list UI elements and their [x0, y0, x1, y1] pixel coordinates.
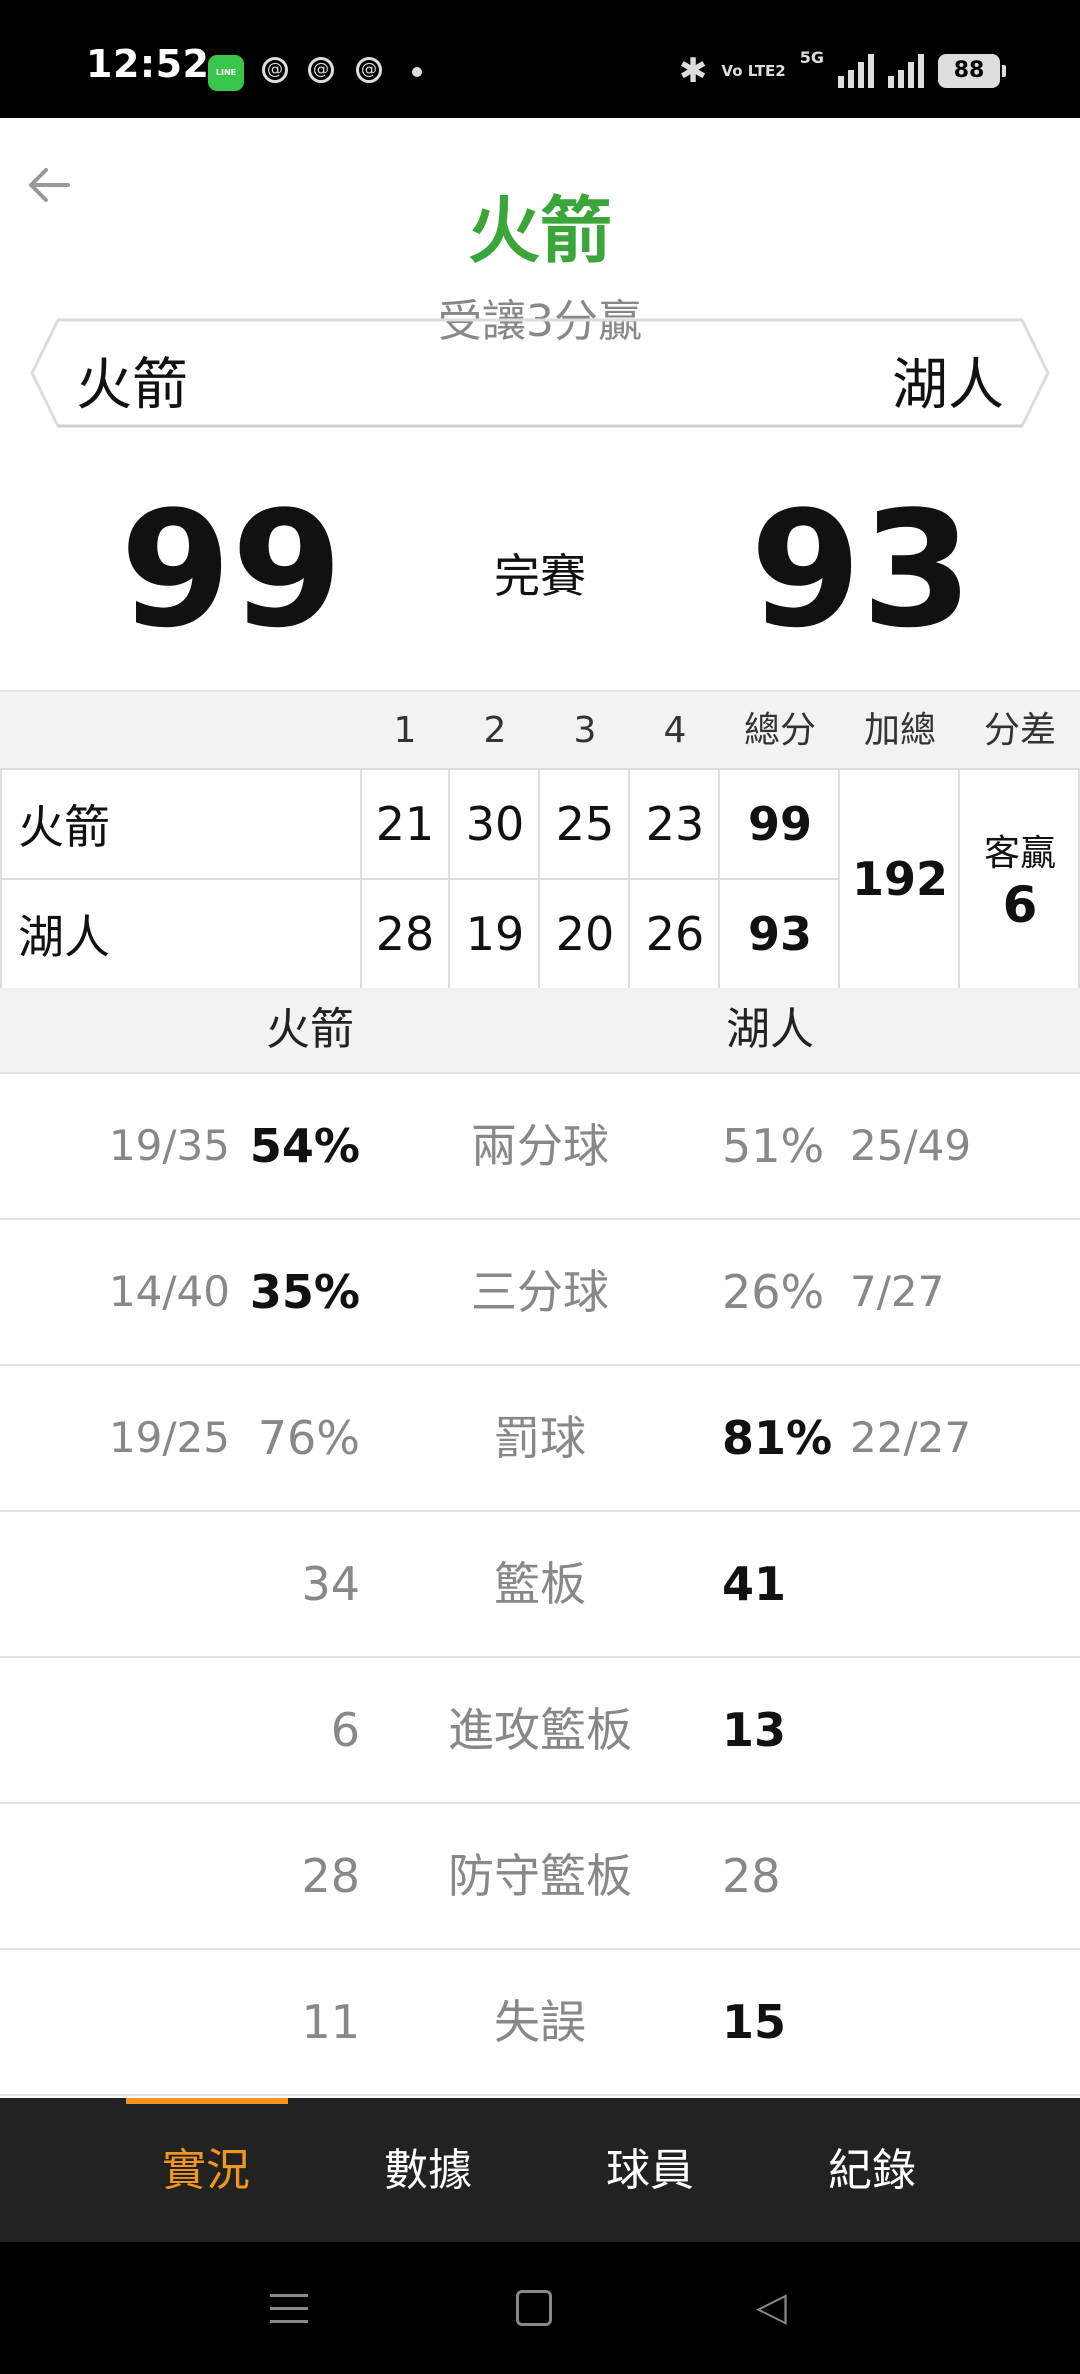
system-nav-bar: ◁	[0, 2242, 1080, 2374]
status-icons: ✱ Vo LTE2 5G 88	[678, 48, 1006, 94]
stat-away-value: 26%	[722, 1265, 825, 1319]
stat-home-value: 54%	[249, 1119, 360, 1173]
threads-icon: @	[356, 57, 382, 83]
stat-away-value: 51%	[722, 1119, 825, 1173]
stat-label: 罰球	[494, 1411, 586, 1465]
stat-row: 28 防守籃板 28	[0, 1804, 1080, 1950]
combined-total: 192	[851, 852, 949, 906]
stats-header: 火箭 湖人	[0, 988, 1080, 1072]
stat-home-value: 76%	[257, 1411, 360, 1465]
tab-records[interactable]: 紀錄	[792, 2098, 952, 2242]
score-diff: 客贏 6	[960, 770, 1080, 988]
threads-icon: @	[308, 57, 334, 83]
bluetooth-icon: ✱	[678, 51, 708, 91]
page-title: 火箭	[467, 189, 612, 273]
volte-icon: Vo LTE2	[721, 62, 786, 80]
stat-label: 防守籃板	[448, 1849, 632, 1903]
stat-home-value: 28	[301, 1849, 360, 1903]
banner-away-team: 湖人	[892, 353, 1004, 418]
stat-away-value: 13	[722, 1703, 787, 1757]
status-bar: 12:52 LINE @ @ @ ✱ Vo LTE2 5G 88	[0, 0, 1080, 118]
stat-label: 三分球	[471, 1265, 609, 1319]
quarter-total: 93	[747, 907, 812, 961]
diff-header: 分差	[983, 710, 1056, 751]
stat-away-fraction: 7/27	[850, 1267, 945, 1316]
stat-home-value: 6	[330, 1703, 360, 1757]
stat-away-fraction: 22/27	[850, 1413, 972, 1462]
stats-home-team: 火箭	[266, 1004, 354, 1055]
diff-value: 6	[1002, 876, 1038, 934]
quarter-header: 4	[663, 710, 687, 751]
quarter-cell: 21	[375, 797, 435, 851]
quarter-cell: 26	[645, 907, 705, 961]
quarter-cell: 25	[555, 797, 615, 851]
quarter-table-body: 火箭 21 30 25 23 99 湖人 28 19 20 26 93 192 …	[0, 768, 1080, 990]
stat-away-fraction: 25/49	[850, 1121, 972, 1170]
quarter-cell: 30	[465, 797, 525, 851]
stat-away-value: 28	[722, 1849, 781, 1903]
home-icon[interactable]	[516, 2290, 552, 2326]
stats-away-team: 湖人	[726, 1004, 814, 1055]
stat-row: 11 失誤 15	[0, 1950, 1080, 2096]
banner-home-team: 火箭	[76, 353, 188, 418]
quarter-row-team: 火箭	[18, 800, 110, 854]
signal-icon	[888, 54, 924, 88]
network-type: 5G	[799, 48, 824, 67]
quarter-cell: 23	[645, 797, 705, 851]
back-triangle-icon[interactable]: ◁	[756, 2284, 787, 2330]
stat-home-fraction: 14/40	[108, 1267, 230, 1316]
stat-label: 籃板	[494, 1557, 586, 1611]
stat-home-fraction: 19/25	[108, 1413, 230, 1462]
quarter-total: 99	[747, 797, 812, 851]
stat-home-value: 11	[301, 1995, 360, 2049]
threads-icon: @	[262, 57, 288, 83]
quarter-header: 3	[573, 710, 597, 751]
stat-home-value: 34	[301, 1557, 360, 1611]
dot-icon	[412, 67, 422, 77]
signal-icon	[838, 54, 874, 88]
battery-icon: 88	[938, 54, 1006, 88]
stat-row: 6 進攻籃板 13	[0, 1658, 1080, 1804]
team-banner: 火箭 湖人	[28, 318, 1052, 428]
quarter-cell: 28	[375, 907, 435, 961]
stat-away-value: 15	[722, 1995, 787, 2049]
stat-row: 19/35 54% 兩分球 51% 25/49	[0, 1074, 1080, 1220]
total-header: 總分	[743, 710, 816, 751]
stat-label: 進攻籃板	[448, 1703, 632, 1757]
home-score: 99	[120, 476, 343, 663]
quarter-row-team: 湖人	[18, 910, 110, 964]
quarter-cell: 19	[465, 907, 525, 961]
bottom-tab-bar: 實況 數據 球員 紀錄	[0, 2098, 1080, 2242]
stat-label: 失誤	[494, 1995, 586, 2049]
status-time: 12:52	[86, 42, 210, 86]
recents-icon[interactable]	[270, 2294, 308, 2333]
active-tab-indicator	[126, 2098, 288, 2104]
diff-label: 客贏	[983, 833, 1056, 874]
stat-row: 34 籃板 41	[0, 1512, 1080, 1658]
tab-players[interactable]: 球員	[570, 2098, 730, 2242]
stat-row: 19/25 76% 罰球 81% 22/27	[0, 1366, 1080, 1512]
quarter-table-header: 1 2 3 4 總分 加總 分差	[0, 690, 1080, 770]
away-score: 93	[750, 476, 973, 663]
stat-label: 兩分球	[471, 1119, 609, 1173]
stats-list: 19/35 54% 兩分球 51% 25/49 14/40 35% 三分球 26% 7/27 19/…	[0, 1072, 1080, 2096]
line-icon: LINE	[208, 55, 244, 91]
quarter-header: 2	[483, 710, 507, 751]
sum-header: 加總	[863, 710, 936, 751]
game-status: 完賽	[494, 549, 586, 603]
quarter-cell: 20	[555, 907, 615, 961]
stat-row: 14/40 35% 三分球 26% 7/27	[0, 1220, 1080, 1366]
quarter-header: 1	[393, 710, 417, 751]
tab-data[interactable]: 數據	[348, 2098, 508, 2242]
stat-away-value: 81%	[722, 1411, 833, 1465]
tab-live[interactable]: 實況	[126, 2098, 286, 2242]
stat-home-value: 35%	[249, 1265, 360, 1319]
stat-home-fraction: 19/35	[108, 1121, 230, 1170]
stat-away-value: 41	[722, 1557, 787, 1611]
